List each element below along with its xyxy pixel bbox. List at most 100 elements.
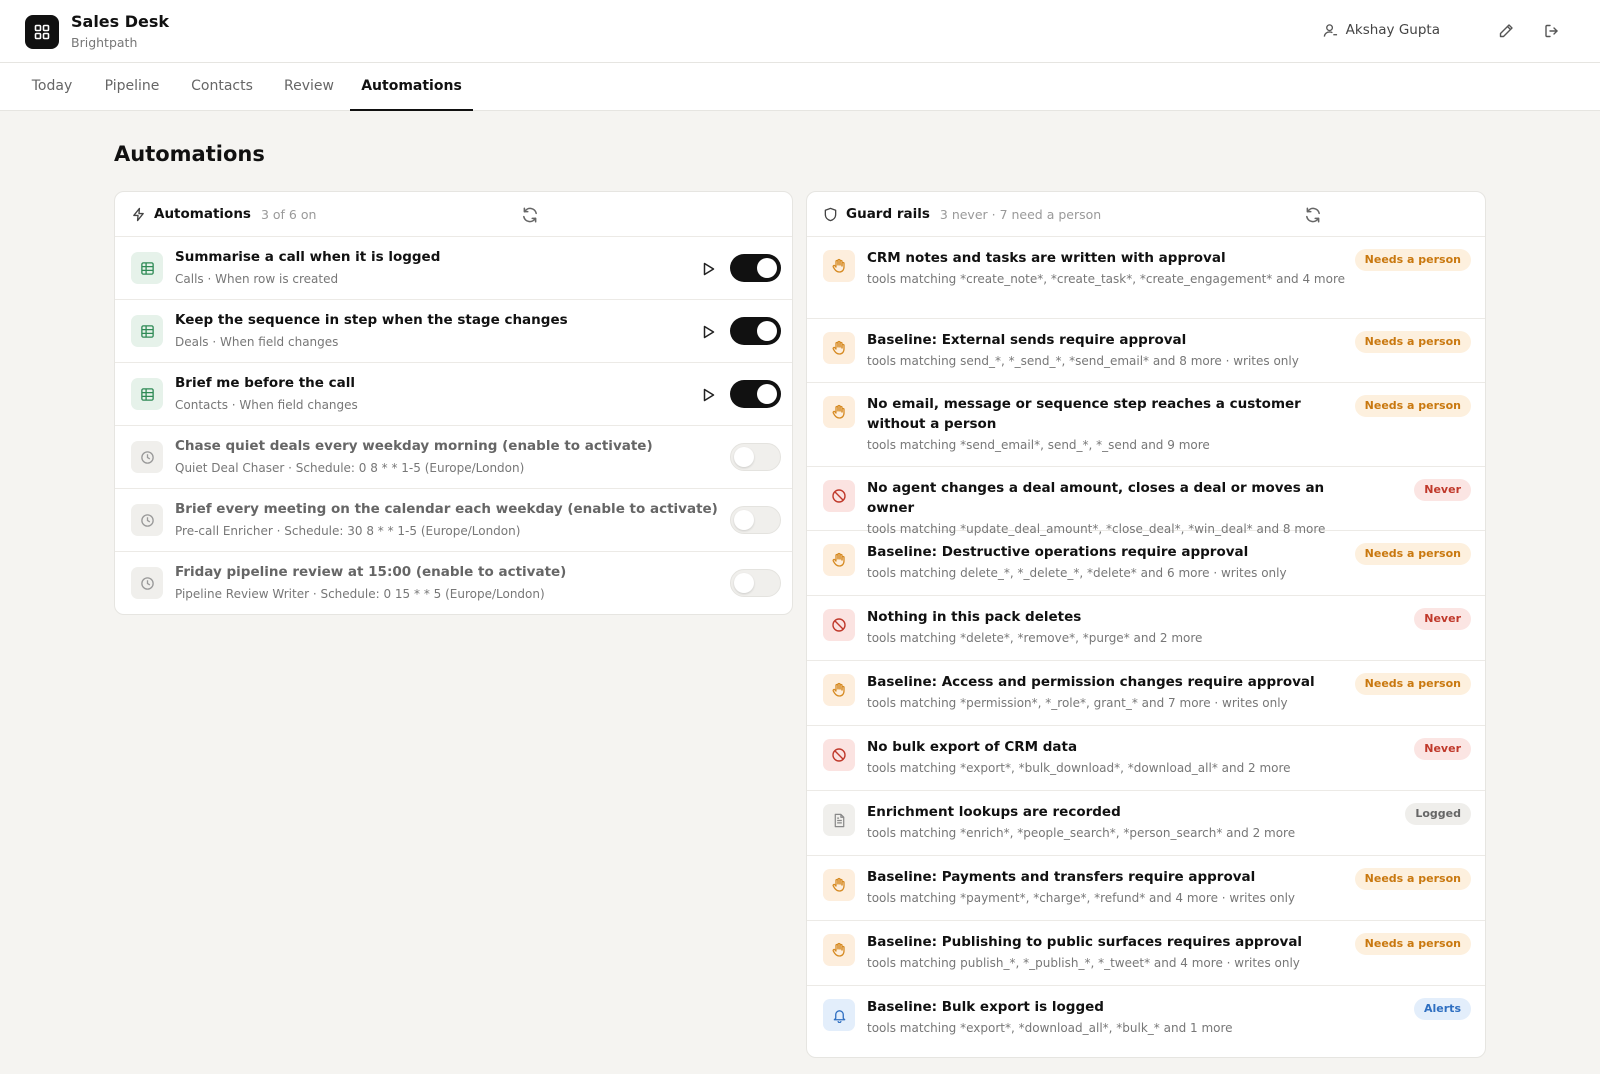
user-menu[interactable]: Akshay Gupta xyxy=(1323,22,1440,38)
guardrail-row[interactable]: Baseline: Payments and transfers require… xyxy=(807,856,1485,921)
automation-toggle[interactable] xyxy=(730,317,781,345)
automation-type-icon xyxy=(131,378,163,410)
run-button[interactable] xyxy=(700,387,716,403)
guardrail-row[interactable]: Baseline: External sends require approva… xyxy=(807,319,1485,383)
guardrail-badge: Needs a person xyxy=(1354,249,1471,271)
guardrail-row[interactable]: Baseline: Publishing to public surfaces … xyxy=(807,921,1485,986)
edit-button[interactable] xyxy=(1496,21,1516,41)
guardrail-title: Baseline: Payments and transfers require… xyxy=(867,869,1256,885)
automation-type-icon xyxy=(131,567,163,599)
guardrail-badge: Needs a person xyxy=(1354,543,1471,565)
automation-toggle[interactable] xyxy=(730,254,781,282)
guardrail-row[interactable]: Enrichment lookups are recorded tools mat… xyxy=(807,791,1485,856)
clock-icon xyxy=(140,513,155,528)
guardrail-subtitle: tools matching *payment*, *charge*, *ref… xyxy=(867,891,1296,905)
toggle-knob xyxy=(757,258,777,278)
automations-list: Summarise a call when it is logged Calls … xyxy=(115,237,792,614)
guardrail-badge: Never xyxy=(1414,479,1471,501)
tab-pipeline[interactable]: Pipeline xyxy=(92,63,172,111)
guardrail-row[interactable]: Baseline: Bulk export is logged tools mat… xyxy=(807,986,1485,1051)
tab-automations[interactable]: Automations xyxy=(350,63,473,111)
app-logo[interactable] xyxy=(25,15,59,49)
ban-icon xyxy=(831,617,847,633)
guardrail-badge: Never xyxy=(1414,608,1471,630)
guardrail-title: No agent changes a deal amount, closes a… xyxy=(867,480,1325,516)
automation-toggle[interactable] xyxy=(730,506,781,534)
automation-subtitle: Pre-call Enricher · Schedule: 30 8 * * 1… xyxy=(175,524,521,538)
guardrail-title: Enrichment lookups are recorded xyxy=(867,804,1121,820)
tab-review[interactable]: Review xyxy=(272,63,346,111)
automation-row[interactable]: Keep the sequence in step when the stage… xyxy=(115,300,792,363)
automation-title: Chase quiet deals every weekday morning … xyxy=(175,438,653,454)
ban-icon xyxy=(831,747,847,763)
toggle-knob xyxy=(757,321,777,341)
guardrail-title: No email, message or sequence step reach… xyxy=(867,396,1301,432)
automation-row[interactable]: Brief me before the call Contacts · When … xyxy=(115,363,792,426)
app-title: Sales Desk xyxy=(71,12,170,31)
automation-row[interactable]: Friday pipeline review at 15:00 (enable … xyxy=(115,552,792,614)
guardrail-type-icon xyxy=(823,674,855,706)
play-icon xyxy=(700,387,716,403)
app-subtitle: Brightpath xyxy=(71,35,138,50)
guardrail-subtitle: tools matching *send_email*, send_*, *_s… xyxy=(867,438,1210,452)
guardrail-type-icon xyxy=(823,804,855,836)
guardrail-type-icon xyxy=(823,739,855,771)
guardrail-row[interactable]: Nothing in this pack deletes tools matchi… xyxy=(807,596,1485,661)
guardrail-row[interactable]: No bulk export of CRM data tools matching… xyxy=(807,726,1485,791)
automations-header: Automations 3 of 6 on xyxy=(115,192,792,237)
nav-tabs: Today Pipeline Contacts Review Automatio… xyxy=(0,63,1600,111)
automations-count: 3 of 6 on xyxy=(260,206,317,222)
guardrail-title: Baseline: Access and permission changes … xyxy=(867,674,1315,690)
table-icon xyxy=(140,324,155,339)
guardrail-row[interactable]: No email, message or sequence step reach… xyxy=(807,383,1485,467)
refresh-icon[interactable] xyxy=(521,206,539,224)
run-button[interactable] xyxy=(700,324,716,340)
guardrail-row[interactable]: Baseline: Destructive operations require… xyxy=(807,531,1485,596)
automation-row[interactable]: Chase quiet deals every weekday morning … xyxy=(115,426,792,489)
lightning-icon xyxy=(133,207,144,221)
guardrails-count: 3 never · 7 need a person xyxy=(939,206,1102,222)
hand-icon xyxy=(831,877,847,893)
hand-icon xyxy=(831,258,847,274)
guardrail-type-icon xyxy=(823,250,855,282)
bell-icon xyxy=(832,1008,847,1023)
guardrail-type-icon xyxy=(823,480,855,512)
guardrail-subtitle: tools matching *export*, *bulk_download*… xyxy=(867,761,1291,775)
automation-type-icon xyxy=(131,315,163,347)
guardrail-row[interactable]: No agent changes a deal amount, closes a… xyxy=(807,467,1485,536)
top-bar: Sales Desk Brightpath Akshay Gupta xyxy=(0,0,1600,63)
automation-toggle[interactable] xyxy=(730,569,781,597)
guardrail-row[interactable]: CRM notes and tasks are written with app… xyxy=(807,237,1485,319)
guardrails-card: Guard rails 3 never · 7 need a person CR… xyxy=(806,191,1486,1058)
automation-title: Brief every meeting on the calendar each… xyxy=(175,501,718,517)
automation-row[interactable]: Summarise a call when it is logged Calls … xyxy=(115,237,792,300)
toggle-knob xyxy=(734,510,754,530)
tab-today[interactable]: Today xyxy=(18,63,86,111)
toggle-knob xyxy=(734,447,754,467)
guardrail-badge: Logged xyxy=(1405,803,1471,825)
hand-icon xyxy=(831,404,847,420)
run-button[interactable] xyxy=(700,261,716,277)
guardrail-badge: Needs a person xyxy=(1354,868,1471,890)
guardrail-subtitle: tools matching *delete*, *remove*, *purg… xyxy=(867,631,1203,645)
automation-row[interactable]: Brief every meeting on the calendar each… xyxy=(115,489,792,552)
guardrail-subtitle: tools matching publish_*, *_publish_*, *… xyxy=(867,956,1300,970)
automation-subtitle: Quiet Deal Chaser · Schedule: 0 8 * * 1-… xyxy=(175,461,525,475)
guardrail-title: No bulk export of CRM data xyxy=(867,739,1078,755)
refresh-icon[interactable] xyxy=(1304,206,1322,224)
automations-title: Automations xyxy=(154,206,251,222)
tab-contacts[interactable]: Contacts xyxy=(178,63,266,111)
guardrail-title: CRM notes and tasks are written with app… xyxy=(867,250,1226,266)
automation-toggle[interactable] xyxy=(730,380,781,408)
guardrail-badge: Alerts xyxy=(1414,998,1471,1020)
toggle-knob xyxy=(757,384,777,404)
guardrail-type-icon xyxy=(823,396,855,428)
guardrails-list: CRM notes and tasks are written with app… xyxy=(807,237,1485,1051)
guardrail-type-icon xyxy=(823,544,855,576)
logout-button[interactable] xyxy=(1542,21,1562,41)
guardrails-header: Guard rails 3 never · 7 need a person xyxy=(807,192,1485,237)
guardrail-row[interactable]: Baseline: Access and permission changes … xyxy=(807,661,1485,726)
automation-toggle[interactable] xyxy=(730,443,781,471)
guardrail-subtitle: tools matching delete_*, *_delete_*, *de… xyxy=(867,566,1287,580)
guardrail-title: Baseline: Destructive operations require… xyxy=(867,544,1249,560)
